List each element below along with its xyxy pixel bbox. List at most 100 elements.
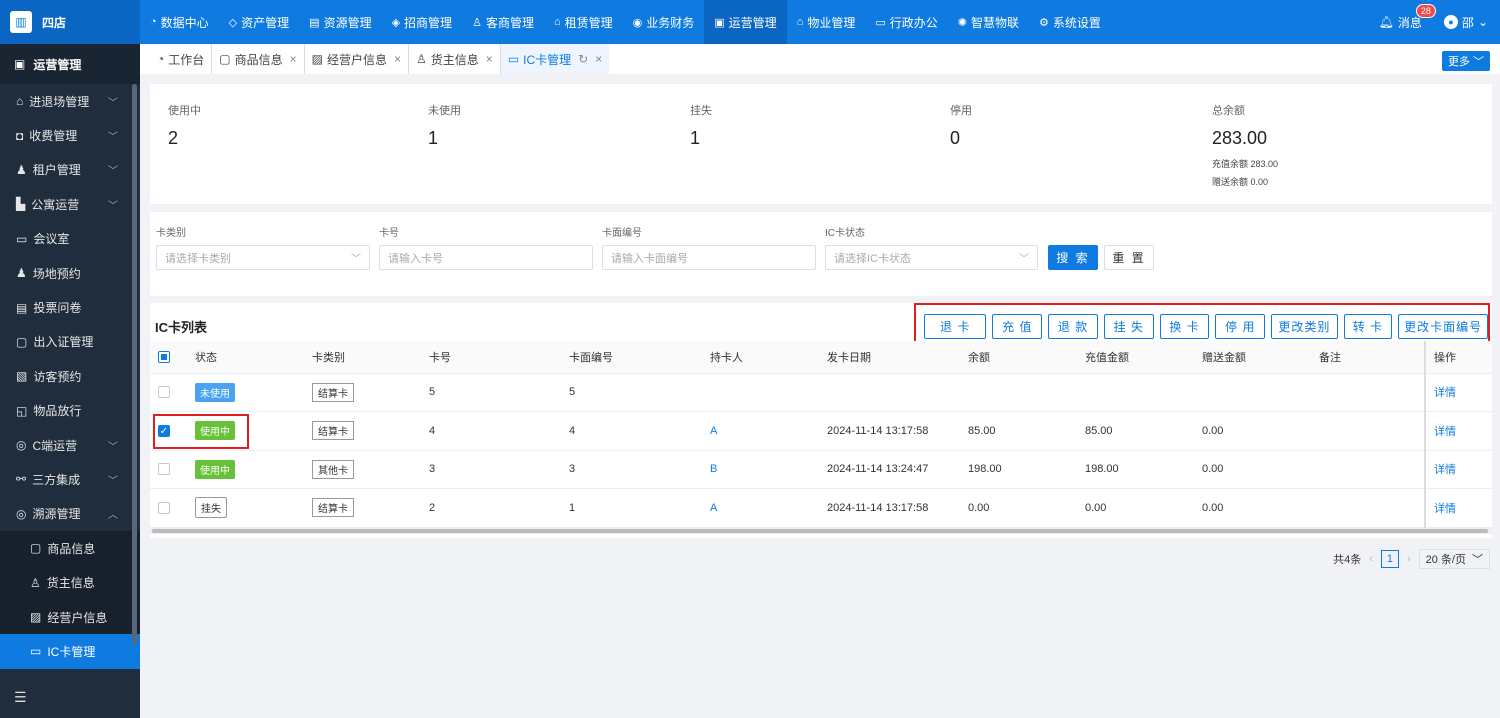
holder-cell[interactable]: B: [702, 450, 819, 489]
table-row[interactable]: 未使用 结算卡 5 5 详情: [150, 373, 1492, 412]
card-no-input[interactable]: 请输入卡号: [379, 245, 593, 270]
sidebar-scrollbar[interactable]: [132, 84, 137, 644]
details-link[interactable]: 详情: [1424, 373, 1492, 412]
details-link[interactable]: 详情: [1424, 411, 1492, 451]
card-status-select[interactable]: 请选择IC卡状态 ﹀: [825, 245, 1038, 270]
sidebar-item-c-operations[interactable]: ◎ C端运营 ﹀: [0, 428, 140, 462]
image-icon: ▨: [311, 52, 323, 66]
tab-ic-card[interactable]: ▭ IC卡管理 ↻ ×: [500, 44, 610, 74]
table-row[interactable]: 挂失 结算卡 2 1 A 2024-11-14 13:17:58 0.00 0.…: [150, 488, 1492, 528]
card-type-select[interactable]: 请选择卡类别 ﹀: [156, 245, 370, 270]
collapse-menu-icon[interactable]: ☰: [14, 689, 27, 706]
sidebar-item-tenants[interactable]: ♟ 租户管理 ﹀: [0, 153, 140, 187]
close-icon[interactable]: ×: [595, 52, 602, 66]
disable-button[interactable]: 停 用: [1215, 313, 1266, 339]
select-all-checkbox[interactable]: [158, 350, 170, 363]
close-icon[interactable]: ×: [486, 52, 493, 66]
sidebar-item-traceability[interactable]: ◎ 溯源管理 ︿: [0, 497, 140, 531]
wallet-icon: ◘: [16, 128, 24, 143]
scrollbar-thumb[interactable]: [152, 529, 1488, 533]
row-checkbox[interactable]: [158, 501, 170, 514]
sidebar-subitem-products[interactable]: ▢ 商品信息: [0, 531, 140, 566]
recharge-button[interactable]: 充 值: [992, 313, 1043, 339]
sidebar-item-venue-booking[interactable]: ♟ 场地预约: [0, 256, 140, 290]
replace-card-button[interactable]: 换 卡: [1159, 313, 1210, 339]
sidebar-subitem-operators[interactable]: ▨ 经营户信息: [0, 599, 140, 635]
sidebar-item-charges[interactable]: ◘ 收费管理 ﹀: [0, 118, 140, 152]
details-link[interactable]: 详情: [1424, 488, 1492, 528]
topnav-item-finance[interactable]: ◉ 业务财务: [623, 0, 705, 44]
topnav-item-settings[interactable]: ⚙ 系统设置: [1029, 0, 1111, 44]
search-button[interactable]: 搜 索: [1048, 245, 1098, 270]
change-face-no-button[interactable]: 更改卡面编号: [1398, 313, 1488, 339]
page-size-select[interactable]: 20 条/页 ﹀: [1418, 549, 1490, 569]
topnav-item-resources[interactable]: ▤ 资源管理: [299, 0, 381, 44]
messages-button[interactable]: 🔔︎ 消息 28: [1379, 3, 1436, 31]
topnav-item-merchants[interactable]: ♙ 客商管理: [462, 0, 544, 44]
sidebar-item-passes[interactable]: ▢ 出入证管理: [0, 325, 140, 359]
sidebar-item-visitor-booking[interactable]: ▧ 访客预约: [0, 359, 140, 393]
topnav-item-investment[interactable]: ◈ 招商管理: [382, 0, 462, 44]
document-icon: ▤: [309, 16, 320, 29]
topnav-item-iot[interactable]: ✺ 智慧物联: [948, 0, 1029, 44]
chevron-down-icon: ﹀: [108, 97, 118, 109]
reset-button[interactable]: 重 置: [1104, 245, 1154, 270]
sidebar-item-meeting-room[interactable]: ▭ 会议室: [0, 222, 140, 256]
report-lost-button[interactable]: 挂 失: [1103, 313, 1154, 339]
user-menu[interactable]: ● 邵 ⌄: [1443, 14, 1488, 31]
return-card-button[interactable]: 退 卡: [924, 313, 987, 339]
topnav-item-data-center[interactable]: ◔ 数据中心: [140, 0, 219, 44]
close-icon[interactable]: ×: [394, 52, 401, 66]
change-type-button[interactable]: 更改类别: [1271, 313, 1338, 339]
col-card-type: 卡类别: [304, 341, 421, 374]
col-recharge: 充值金额: [1077, 341, 1194, 374]
pagination: 共4条 ‹ 1 › 20 条/页 ﹀: [1333, 549, 1490, 569]
col-actions: 操作: [1424, 341, 1492, 374]
ic-card-table: 状态 卡类别 卡号 卡面编号 持卡人 发卡日期 余额 充值金额 赠送金额 备注 …: [150, 341, 1492, 528]
document-icon: ▤: [16, 300, 28, 315]
refund-button[interactable]: 退 款: [1048, 313, 1098, 339]
sidebar-item-goods-release[interactable]: ◱ 物品放行: [0, 394, 140, 428]
sidebar-subitem-ic-card[interactable]: ▭ IC卡管理: [0, 634, 140, 669]
note-cell: [1311, 373, 1425, 412]
transfer-card-button[interactable]: 转 卡: [1343, 313, 1393, 339]
row-checkbox[interactable]: [158, 463, 170, 476]
note-cell: [1311, 488, 1425, 528]
holder-cell[interactable]: A: [702, 488, 819, 528]
topnav-item-office[interactable]: ▭ 行政办公: [865, 0, 947, 44]
sidebar-item-entry-exit[interactable]: ⌂ 进退场管理 ﹀: [0, 84, 140, 118]
col-card-no: 卡号: [421, 341, 561, 374]
topnav-item-operations[interactable]: ▣ 运营管理: [704, 0, 787, 44]
prev-page-icon[interactable]: ‹: [1369, 553, 1373, 565]
brand[interactable]: ▥ 四店: [0, 0, 140, 44]
tab-operators[interactable]: ▨ 经营户信息 ×: [305, 44, 410, 74]
table-row[interactable]: 使用中 其他卡 3 3 B 2024-11-14 13:24:47 198.00…: [150, 450, 1492, 489]
sidebar-subitem-owners[interactable]: ♙ 货主信息: [0, 565, 140, 600]
row-checkbox[interactable]: [158, 386, 170, 399]
tab-products[interactable]: ▢ 商品信息 ×: [212, 44, 305, 74]
ic-card-list: IC卡列表 退 卡 充 值 退 款 挂 失 换 卡 停 用 更改类别 转 卡 更…: [150, 303, 1492, 538]
holder-cell[interactable]: [702, 373, 819, 412]
holder-cell[interactable]: A: [702, 411, 819, 451]
sidebar-item-integrations[interactable]: ⚯ 三方集成 ﹀: [0, 462, 140, 496]
details-link[interactable]: 详情: [1424, 450, 1492, 489]
horizontal-scrollbar[interactable]: [150, 528, 1492, 534]
topnav-item-property[interactable]: ⌂ 物业管理: [787, 0, 866, 44]
more-tabs-button[interactable]: 更多 ﹀: [1441, 51, 1490, 71]
face-no-label: 卡面编号: [602, 228, 642, 239]
sidebar-item-surveys[interactable]: ▤ 投票问卷: [0, 290, 140, 324]
sidebar-item-apartments[interactable]: ▙ 公寓运营 ﹀: [0, 187, 140, 221]
tab-workbench[interactable]: ◔ 工作台: [150, 44, 213, 74]
table-row[interactable]: ✓ 使用中 结算卡 4 4 A 2024-11-14 13:17:58 85.0…: [150, 411, 1492, 451]
close-icon[interactable]: ×: [290, 52, 297, 66]
refresh-icon[interactable]: ↻: [578, 52, 588, 66]
date-cell: 2024-11-14 13:24:47: [819, 450, 960, 489]
tab-owners[interactable]: ♙ 货主信息 ×: [409, 44, 501, 74]
topnav-item-assets[interactable]: ◇ 资产管理: [219, 0, 299, 44]
status-badge: 挂失: [195, 497, 227, 519]
next-page-icon[interactable]: ›: [1407, 553, 1411, 565]
topnav-item-leasing[interactable]: ⌂ 租赁管理: [544, 0, 623, 44]
face-no-input[interactable]: 请输入卡面编号: [602, 245, 816, 270]
user-name: 邵: [1461, 15, 1474, 30]
page-number[interactable]: 1: [1380, 550, 1399, 568]
